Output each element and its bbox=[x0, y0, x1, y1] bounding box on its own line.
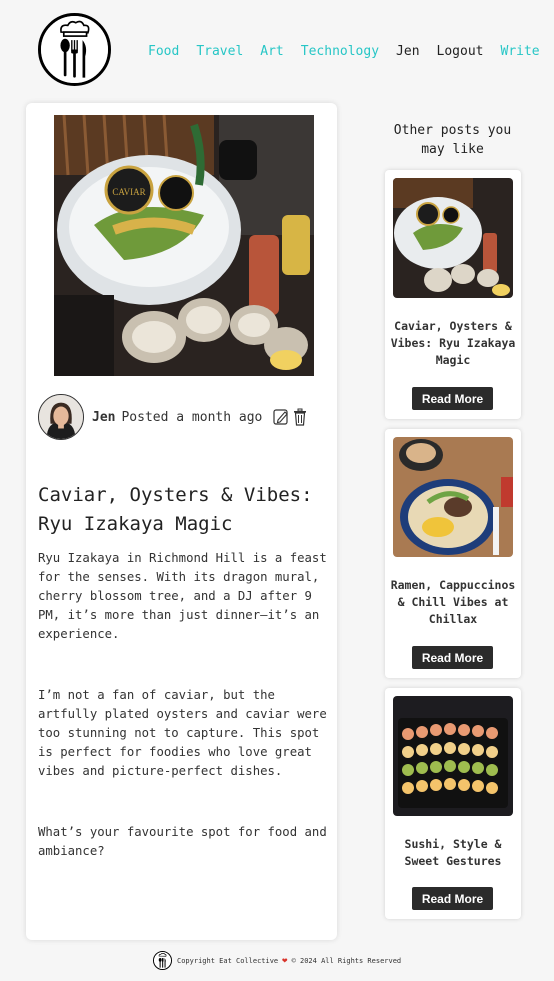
post-paragraph: What’s your favourite spot for food and … bbox=[38, 825, 327, 858]
chef-utensils-icon bbox=[154, 952, 171, 969]
nav-logout[interactable]: Logout bbox=[437, 44, 484, 59]
post-paragraph: I’m not a fan of caviar, but the artfull… bbox=[38, 688, 327, 778]
post-paragraph: Ryu Izakaya in Richmond Hill is a feast … bbox=[38, 551, 327, 641]
recommended-post-card[interactable]: Ramen, Cappuccinos & Chill Vibes at Chil… bbox=[385, 429, 521, 678]
nav-travel[interactable]: Travel bbox=[196, 44, 243, 59]
recommended-post-title[interactable]: Caviar, Oysters & Vibes: Ryu Izakaya Mag… bbox=[389, 318, 517, 369]
read-more-button[interactable]: Read More bbox=[412, 887, 493, 910]
post-title: Caviar, Oysters & Vibes: Ryu Izakaya Mag… bbox=[38, 484, 313, 535]
post-image: CAVIAR bbox=[54, 115, 314, 376]
post-date: Posted a month ago bbox=[121, 409, 263, 425]
read-more-button[interactable]: Read More bbox=[412, 387, 493, 410]
recommended-post-card[interactable]: Sushi, Style & Sweet Gestures Read More bbox=[385, 688, 521, 919]
footer-rights: © 2024 All Rights Reserved bbox=[291, 956, 402, 965]
read-more-button[interactable]: Read More bbox=[412, 646, 493, 669]
nav-food[interactable]: Food bbox=[148, 44, 179, 59]
sidebar-title: Other posts you may like bbox=[393, 123, 512, 157]
recommended-post-image[interactable] bbox=[393, 696, 513, 816]
author-row: Jen Posted a month ago bbox=[38, 393, 328, 441]
svg-text:CAVIAR: CAVIAR bbox=[112, 187, 145, 197]
author-name[interactable]: Jen bbox=[92, 410, 115, 425]
footer-copyright: Copyright Eat Collective bbox=[177, 956, 279, 965]
edit-icon[interactable] bbox=[273, 408, 289, 426]
footer-logo bbox=[153, 951, 172, 970]
recommended-post-title[interactable]: Sushi, Style & Sweet Gestures bbox=[389, 836, 517, 870]
trash-icon[interactable] bbox=[292, 408, 308, 426]
nav-technology[interactable]: Technology bbox=[301, 44, 379, 59]
recommended-post-card[interactable]: Caviar, Oysters & Vibes: Ryu Izakaya Mag… bbox=[385, 170, 521, 419]
main-nav: Food Travel Art Technology Jen Logout Wr… bbox=[148, 44, 540, 59]
post-card: CAVIAR Jen Posted a month ago Caviar, Oy… bbox=[26, 103, 337, 940]
recommended-post-image[interactable] bbox=[393, 437, 513, 557]
chef-utensils-icon bbox=[41, 16, 108, 83]
nav-write[interactable]: Write bbox=[501, 44, 540, 59]
recommended-post-title[interactable]: Ramen, Cappuccinos & Chill Vibes at Chil… bbox=[389, 577, 517, 628]
footer: Copyright Eat Collective ❤ © 2024 All Ri… bbox=[153, 951, 401, 970]
post-actions bbox=[273, 408, 308, 426]
author-avatar[interactable] bbox=[38, 394, 84, 440]
heart-icon: ❤ bbox=[282, 955, 288, 966]
site-logo[interactable] bbox=[38, 13, 111, 86]
recommended-post-image[interactable] bbox=[393, 178, 513, 298]
nav-user[interactable]: Jen bbox=[396, 44, 419, 59]
post-body: Ryu Izakaya in Richmond Hill is a feast … bbox=[38, 549, 328, 903]
nav-art[interactable]: Art bbox=[260, 44, 283, 59]
